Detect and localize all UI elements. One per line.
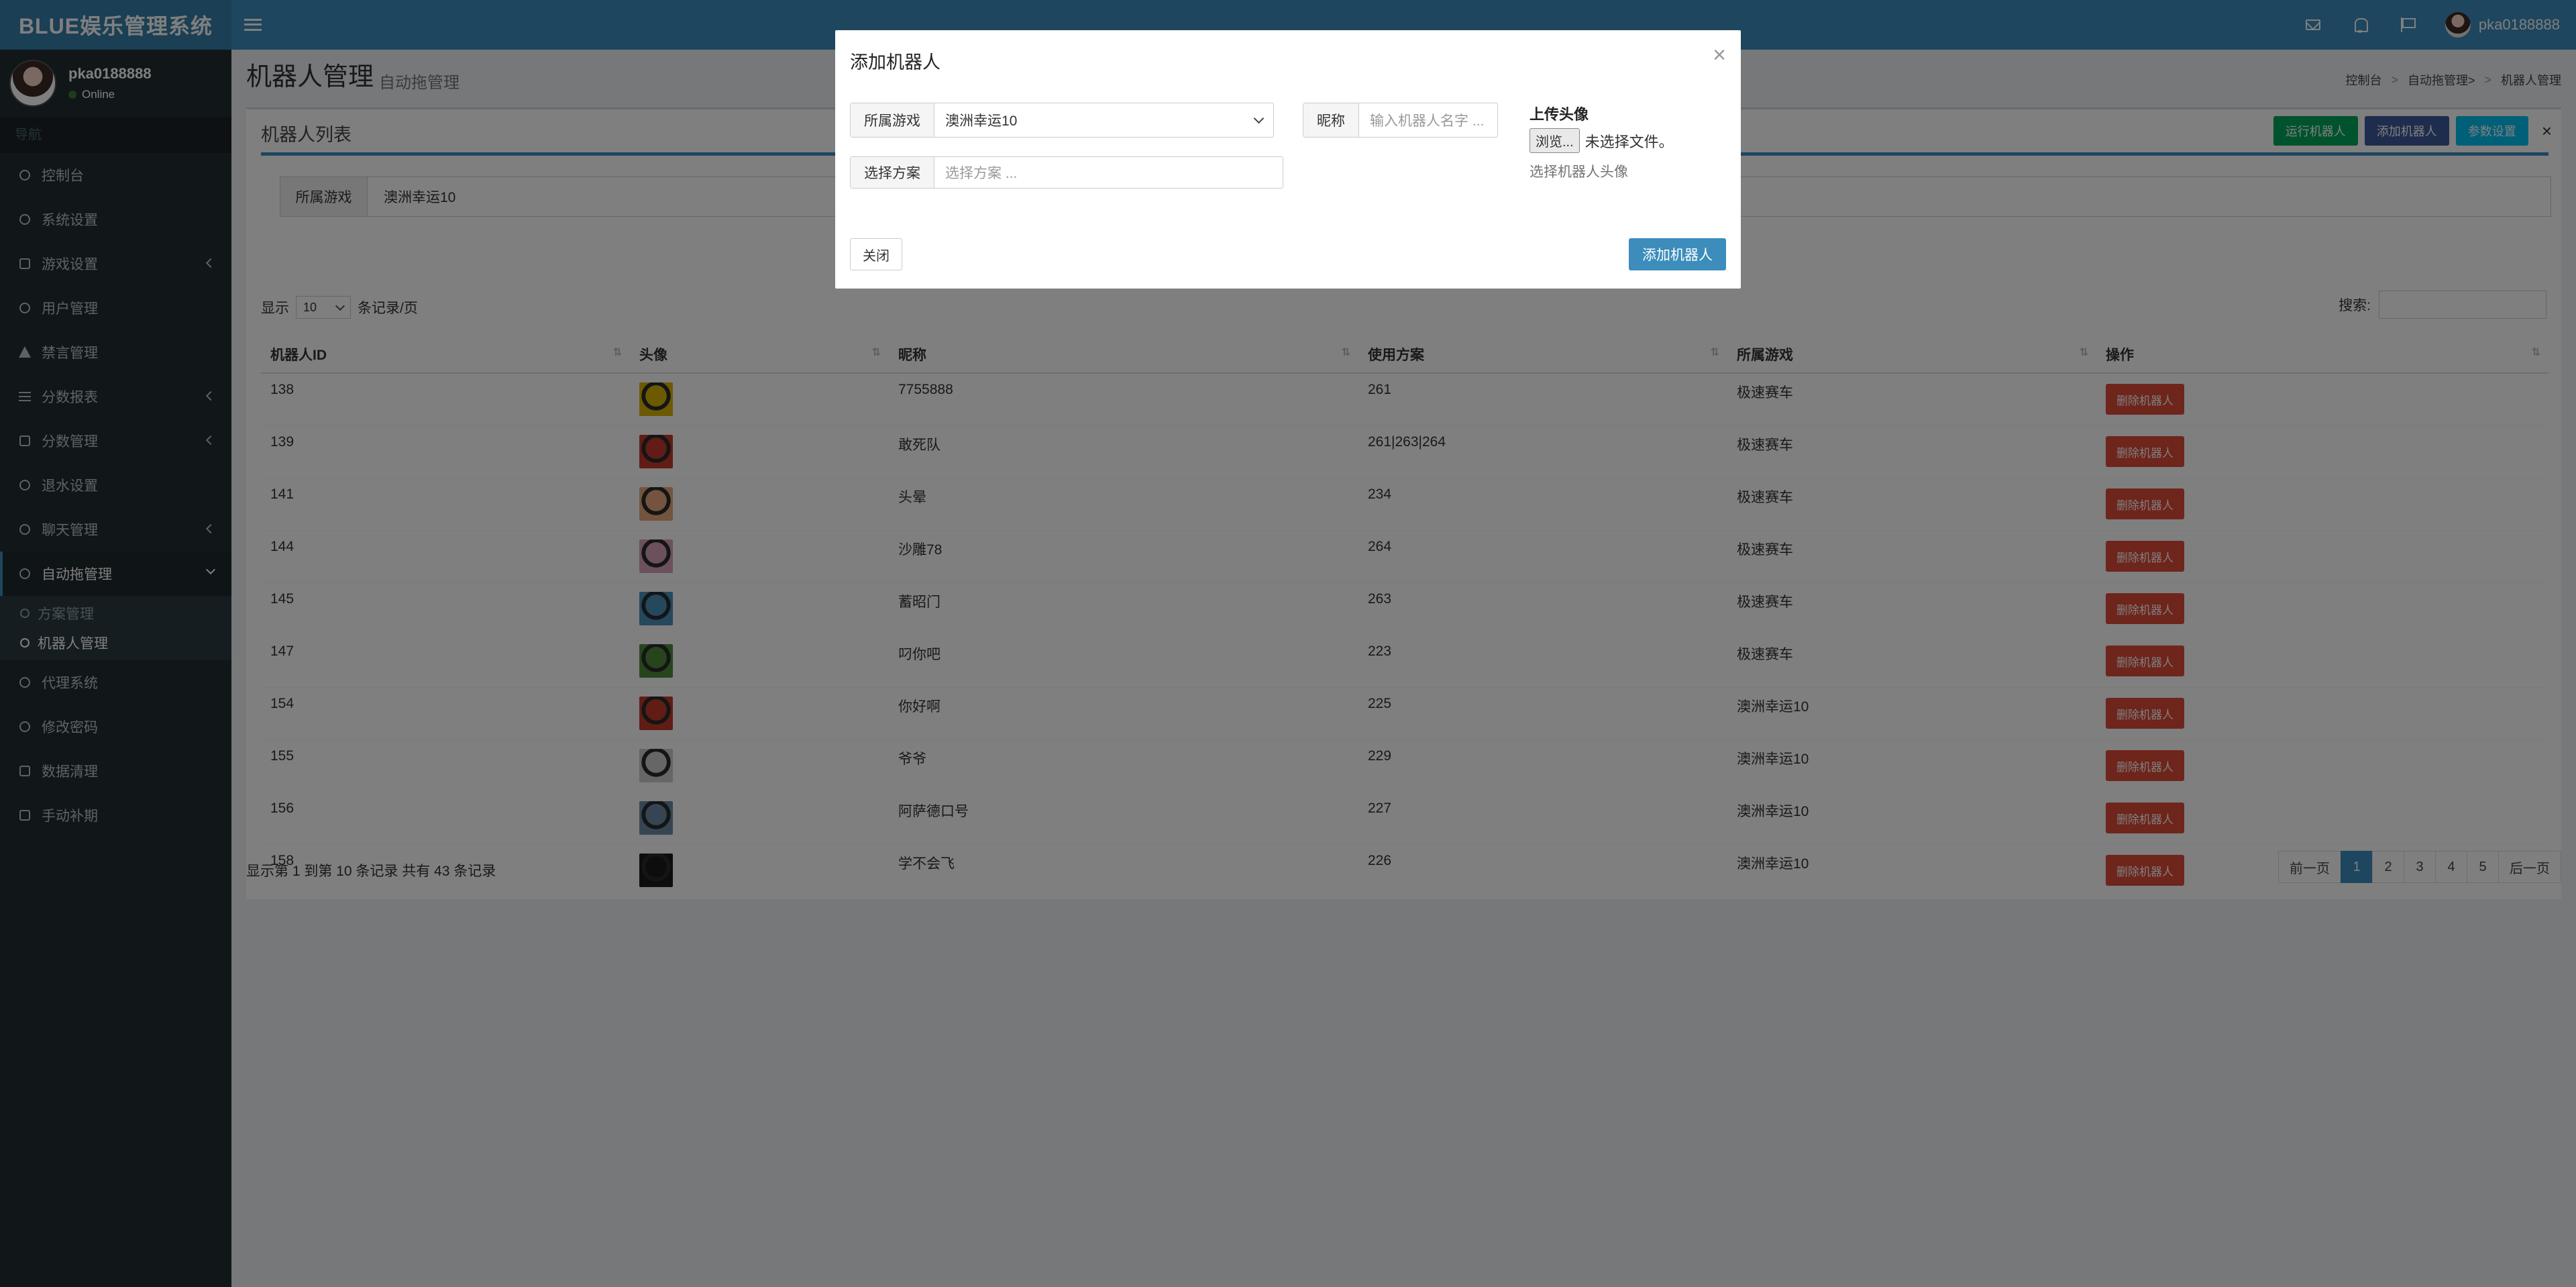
plan-label: 选择方案 bbox=[851, 157, 934, 188]
file-input: 浏览... 未选择文件。 bbox=[1529, 128, 1674, 153]
avatar-upload: 上传头像 浏览... 未选择文件。 选择机器人头像 bbox=[1529, 103, 1674, 181]
upload-label: 上传头像 bbox=[1529, 106, 1589, 123]
add-robot-modal: 添加机器人 × 所属游戏 澳洲幸运10 昵称 输入机器人名字 ... 选择方案 … bbox=[835, 30, 1741, 289]
plan-select[interactable]: 选择方案 ... bbox=[934, 157, 1283, 188]
upload-help: 选择机器人头像 bbox=[1529, 164, 1628, 180]
close-button[interactable]: 关闭 bbox=[850, 238, 902, 270]
no-file-text: 未选择文件。 bbox=[1585, 133, 1674, 150]
game-select-group: 所属游戏 澳洲幸运10 bbox=[850, 103, 1274, 138]
plan-group: 选择方案 选择方案 ... bbox=[850, 156, 1283, 189]
nickname-input[interactable]: 输入机器人名字 ... bbox=[1359, 103, 1497, 137]
nickname-group: 昵称 输入机器人名字 ... bbox=[1303, 103, 1498, 138]
nickname-label: 昵称 bbox=[1303, 103, 1359, 137]
game-label: 所属游戏 bbox=[851, 103, 934, 137]
chevron-down-icon bbox=[1253, 113, 1265, 124]
submit-add-robot-button[interactable]: 添加机器人 bbox=[1629, 238, 1726, 270]
game-select-value: 澳洲幸运10 bbox=[945, 113, 1018, 129]
game-select[interactable]: 澳洲幸运10 bbox=[934, 103, 1273, 137]
modal-title: 添加机器人 bbox=[850, 52, 941, 72]
browse-button[interactable]: 浏览... bbox=[1529, 128, 1580, 153]
close-icon[interactable]: × bbox=[1713, 42, 1726, 68]
